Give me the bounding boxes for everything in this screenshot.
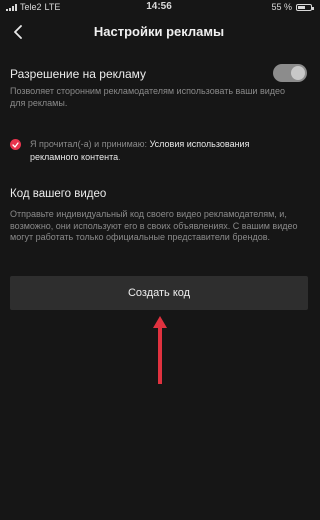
status-bar: Tele2 LTE 14:56 55 % (0, 0, 318, 14)
consent-text: Я прочитал(-а) и принимаю: Условия испол… (30, 138, 300, 164)
toggle-knob (291, 66, 305, 80)
page-title: Настройки рекламы (93, 24, 225, 39)
video-code-title: Код вашего видео (10, 188, 107, 200)
battery-percent: 55 % (271, 2, 292, 12)
consent-end: . (118, 152, 121, 162)
consent-prefix: Я прочитал(-а) и принимаю: (30, 139, 150, 149)
ad-permission-toggle[interactable] (273, 64, 307, 82)
consent-row: Я прочитал(-а) и принимаю: Условия испол… (10, 136, 308, 164)
ad-permission-description: Позволяет сторонним рекламодателям испол… (10, 86, 286, 108)
status-time: 14:56 (146, 1, 172, 12)
battery-icon (296, 3, 314, 11)
red-arrow-annotation (153, 316, 167, 384)
nav-bar: Настройки рекламы (0, 16, 318, 48)
battery-info: 55 % (271, 2, 314, 12)
create-code-button[interactable]: Создать код (10, 276, 308, 310)
check-icon (12, 141, 19, 148)
video-code-description: Отправьте индивидуальный код своего виде… (10, 209, 298, 242)
ad-permission-label: Разрешение на рекламу (10, 67, 147, 81)
consent-checkbox[interactable] (10, 139, 21, 150)
